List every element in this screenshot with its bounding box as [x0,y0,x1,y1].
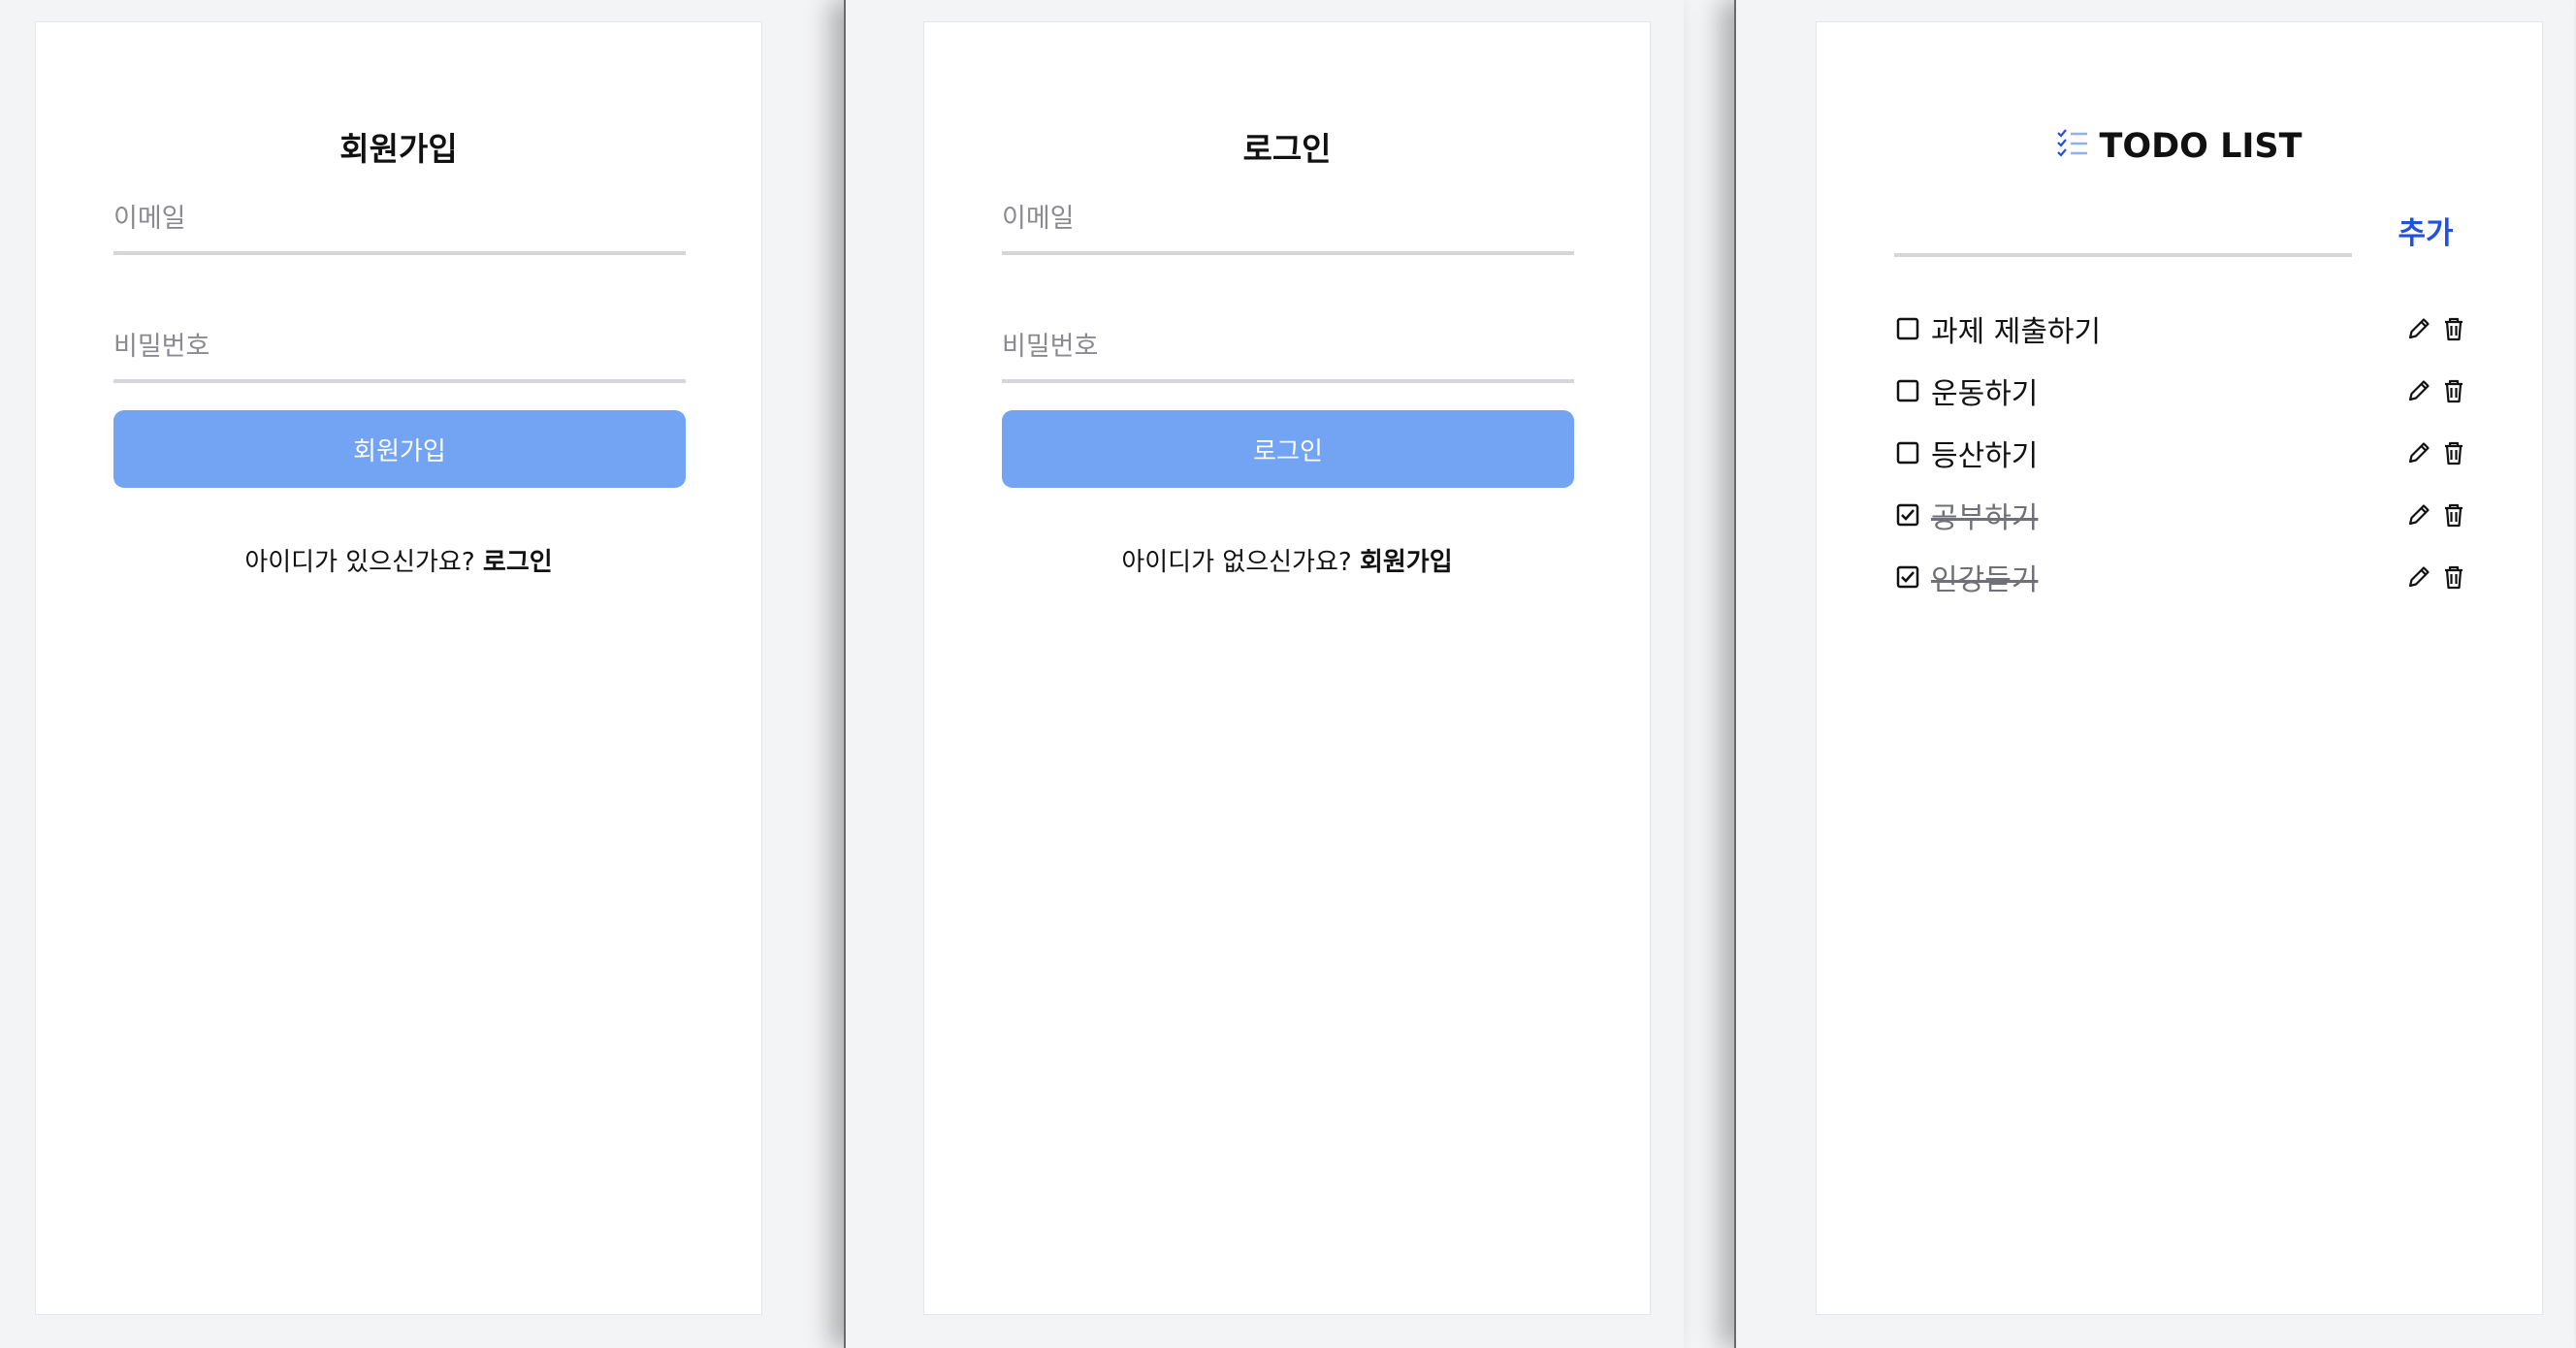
todo-card: TODO LIST 추가 과제 제출하기 운동하기 등산하기 공부하기 인강듣기 [1816,21,2543,1315]
checkbox-unchecked-icon[interactable] [1896,379,1919,402]
trash-icon[interactable] [2439,500,2468,530]
trash-icon[interactable] [2439,376,2468,405]
switch-prompt: 아이디가 있으신가요? [244,548,483,577]
todo-item: 등산하기 [1896,422,2468,484]
todo-item: 운동하기 [1896,360,2468,422]
login-button[interactable]: 로그인 [1002,410,1574,488]
todo-item: 공부하기 [1896,484,2468,546]
checkbox-unchecked-icon[interactable] [1896,317,1919,340]
trash-icon[interactable] [2439,314,2468,343]
todo-item: 과제 제출하기 [1896,298,2468,360]
todo-input[interactable] [1894,193,2352,257]
pencil-icon[interactable] [2404,376,2433,405]
checklist-icon [2056,127,2089,166]
todo-title: TODO LIST [1817,127,2542,166]
pencil-icon[interactable] [2404,562,2433,592]
signup-button[interactable]: 회원가입 [113,410,686,488]
checkbox-checked-icon[interactable] [1896,503,1919,527]
signup-link[interactable]: 회원가입 [1360,548,1453,577]
password-field[interactable] [113,325,686,383]
password-field[interactable] [1002,325,1574,383]
todo-text: 공부하기 [1931,501,2039,535]
todo-title-text: TODO LIST [2099,127,2302,166]
login-card: 로그인 로그인 아이디가 없으신가요? 회원가입 [923,21,1651,1315]
todo-actions [2404,562,2468,592]
todo-list: 과제 제출하기 운동하기 등산하기 공부하기 인강듣기 [1896,298,2468,608]
pencil-icon[interactable] [2404,314,2433,343]
pencil-icon[interactable] [2404,438,2433,467]
email-field[interactable] [1002,197,1574,255]
todo-actions [2404,438,2468,467]
page-title: 회원가입 [339,130,458,168]
todo-actions [2404,500,2468,530]
signup-screen: 회원가입 회원가입 아이디가 있으신가요? 로그인 [0,0,840,1348]
switch-prompt: 아이디가 없으신가요? [1121,548,1360,577]
switch-to-login: 아이디가 있으신가요? 로그인 [36,542,761,578]
checkbox-checked-icon[interactable] [1896,565,1919,589]
trash-icon[interactable] [2439,438,2468,467]
todo-text: 등산하기 [1931,439,2039,473]
checkbox-unchecked-icon[interactable] [1896,441,1919,465]
login-screen: 로그인 로그인 아이디가 없으신가요? 회원가입 [844,0,1684,1348]
todo-actions [2404,314,2468,343]
switch-to-signup: 아이디가 없으신가요? 회원가입 [924,542,1650,578]
add-button[interactable]: 추가 [2389,209,2463,251]
login-link[interactable]: 로그인 [483,548,553,577]
email-field[interactable] [113,197,686,255]
todo-text: 과제 제출하기 [1931,315,2102,349]
trash-icon[interactable] [2439,562,2468,592]
page-title: 로그인 [1242,130,1332,168]
todo-item: 인강듣기 [1896,546,2468,608]
pencil-icon[interactable] [2404,500,2433,530]
todo-actions [2404,376,2468,405]
todo-text: 인강듣기 [1931,563,2039,597]
todo-text: 운동하기 [1931,377,2039,411]
todo-screen: TODO LIST 추가 과제 제출하기 운동하기 등산하기 공부하기 인강듣기 [1734,0,2574,1348]
signup-card: 회원가입 회원가입 아이디가 있으신가요? 로그인 [35,21,762,1315]
